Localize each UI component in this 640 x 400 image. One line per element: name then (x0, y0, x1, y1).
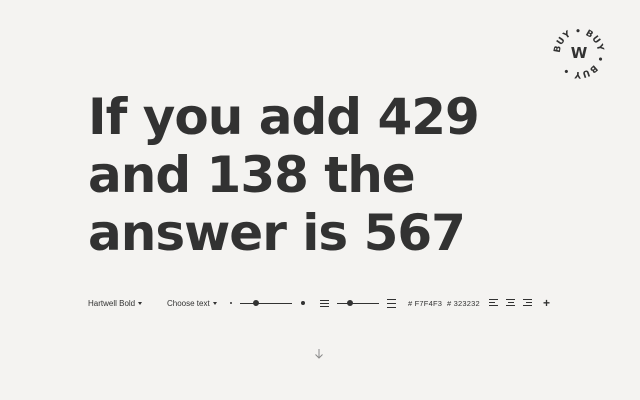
specimen-line: If you add 429 (88, 88, 480, 146)
font-select[interactable]: Hartwell Bold (88, 294, 143, 312)
size-slider-knob[interactable] (252, 300, 259, 306)
text-select[interactable]: Choose text (167, 294, 217, 312)
align-center-icon[interactable] (506, 299, 515, 307)
text-color-input[interactable]: # 323232 (447, 294, 480, 312)
type-tester-toolbar: Hartwell Bold Choose text # F7F4F3 # 323… (88, 294, 558, 312)
arrow-down-icon[interactable] (312, 346, 326, 360)
background-color-input[interactable]: # F7F4F3 (408, 294, 442, 312)
type-specimen[interactable]: If you add 429 and 138 the answer is 567 (88, 88, 558, 262)
leading-slider-knob[interactable] (346, 300, 353, 306)
size-slider[interactable] (240, 294, 294, 312)
align-right-icon[interactable] (523, 299, 532, 307)
leading-slider[interactable] (337, 294, 381, 312)
chevron-down-icon (138, 301, 143, 305)
buy-badge[interactable]: BUY • BUY • BUY • W (552, 26, 606, 80)
align-left-icon[interactable] (489, 299, 498, 307)
leading-slider-track (337, 302, 379, 304)
text-select-label: Choose text (167, 298, 210, 308)
add-tester-button[interactable]: + (543, 294, 550, 312)
badge-letter: W (571, 44, 588, 62)
leading-loose-icon (387, 299, 396, 308)
size-large-icon (301, 301, 305, 305)
chevron-down-icon (212, 301, 217, 305)
size-slider-track (240, 302, 292, 304)
specimen-line: and 138 the (88, 146, 416, 204)
size-small-icon (230, 302, 232, 304)
leading-tight-icon (320, 299, 329, 307)
font-select-label: Hartwell Bold (88, 298, 136, 308)
buy-badge-icon: BUY • BUY • BUY • W (553, 27, 605, 79)
specimen-line: answer is 567 (88, 204, 466, 262)
